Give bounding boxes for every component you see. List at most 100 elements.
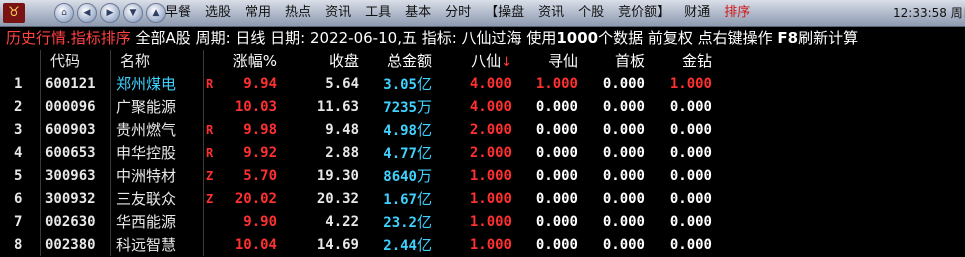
- menu-item[interactable]: 工具: [358, 0, 398, 26]
- stock-code: 600903: [45, 122, 96, 138]
- bull-logo-icon[interactable]: ♉: [3, 3, 25, 23]
- down-icon[interactable]: ▼: [123, 3, 143, 23]
- amount-unit: 亿: [416, 236, 432, 254]
- table-row[interactable]: 8 002380 科远智慧 10.04 14.69 2.44亿 1.000 0.000 0.00…: [0, 234, 965, 257]
- header-jinzuan[interactable]: 金钻: [648, 50, 714, 73]
- baxian-value: 1.000: [469, 168, 512, 184]
- jinzuan-value: 0.000: [669, 122, 712, 138]
- close-price: 5.64: [325, 76, 359, 92]
- header-code[interactable]: 代码: [40, 50, 110, 73]
- menu-item[interactable]: 早餐: [158, 0, 198, 26]
- shouban-value: 0.000: [602, 122, 645, 138]
- amount-value: 7235: [383, 100, 417, 116]
- header-index: [0, 50, 40, 73]
- amount-value: 4.77: [383, 146, 417, 162]
- table-row[interactable]: 2 000096 广聚能源 10.03 11.63 7235万 4.000 0.000 0.00…: [0, 96, 965, 119]
- close-price: 9.48: [325, 122, 359, 138]
- amount-unit: 万: [416, 98, 432, 116]
- menu-item[interactable]: 资讯: [531, 0, 571, 26]
- header-baxian-label: 八仙: [471, 52, 502, 70]
- baxian-value: 1.000: [469, 214, 512, 230]
- table-row[interactable]: 5 300963 中洲特材 Z 5.70 19.30 8640万 1.000 0.000 0.00…: [0, 165, 965, 188]
- table-row[interactable]: 1 600121 郑州煤电 R 9.94 5.64 3.05亿 4.000 1.000 0.000…: [0, 73, 965, 96]
- close-price: 20.32: [316, 191, 359, 207]
- amount-unit: 亿: [416, 144, 432, 162]
- amount-value: 4.98: [383, 123, 417, 139]
- home-icon[interactable]: ⌂: [54, 3, 74, 23]
- change-percent: 10.03: [234, 99, 277, 115]
- shouban-value: 0.000: [602, 99, 645, 115]
- jinzuan-value: 0.000: [669, 99, 712, 115]
- header-xunxian[interactable]: 寻仙: [516, 50, 582, 73]
- stock-code: 000096: [45, 99, 96, 115]
- change-percent: 9.94: [243, 76, 277, 92]
- info-f8-key: F8: [777, 29, 799, 47]
- total-amount: 23.2亿: [362, 211, 434, 234]
- limit-flag: R: [206, 123, 214, 137]
- xunxian-value: 0.000: [535, 145, 578, 161]
- amount-unit: 亿: [416, 75, 432, 93]
- table-row[interactable]: 7 002630 华西能源 9.90 4.22 23.2亿 1.000 0.000 0.000 0…: [0, 211, 965, 234]
- info-text-a: 全部A股 周期: 日线 日期:: [130, 29, 310, 47]
- amount-unit: 亿: [416, 121, 432, 139]
- main-menu: 早餐 选股 常用 热点 资讯 工具 基本 分时 【操盘 资讯 个股 竞价额】 财通 排序: [158, 0, 757, 26]
- xunxian-value: 0.000: [535, 191, 578, 207]
- amount-unit: 亿: [416, 213, 432, 231]
- header-price[interactable]: 收盘: [284, 50, 362, 73]
- baxian-value: 4.000: [469, 76, 512, 92]
- stock-code: 600121: [45, 76, 96, 92]
- menu-item[interactable]: 个股: [571, 0, 611, 26]
- limit-flag: [203, 211, 221, 234]
- stock-name: 科远智慧: [116, 236, 177, 254]
- header-baxian[interactable]: 八仙↓: [434, 50, 516, 73]
- page-title: 历史行情.指标排序: [6, 29, 131, 47]
- xunxian-value: 0.000: [535, 237, 578, 253]
- row-index: 8: [14, 237, 23, 253]
- menu-item[interactable]: 竞价额】: [611, 0, 677, 26]
- jinzuan-value: 0.000: [669, 168, 712, 184]
- amount-value: 23.2: [383, 215, 417, 231]
- menu-item[interactable]: 常用: [238, 0, 278, 26]
- header-name[interactable]: 名称: [110, 50, 203, 73]
- baxian-value: 2.000: [469, 122, 512, 138]
- forward-icon[interactable]: ▶: [100, 3, 120, 23]
- limit-flag: Z: [206, 169, 214, 183]
- close-price: 4.22: [325, 214, 359, 230]
- table-row[interactable]: 3 600903 贵州燃气 R 9.98 9.48 4.98亿 2.000 0.000 0.000…: [0, 119, 965, 142]
- menu-item[interactable]: 财通: [677, 0, 717, 26]
- info-text-d: 刷新计算: [798, 29, 859, 47]
- total-amount: 1.67亿: [362, 188, 434, 211]
- stock-name: 广聚能源: [116, 98, 177, 116]
- table-row[interactable]: 4 600653 申华控股 R 9.92 2.88 4.77亿 2.000 0.000 0.000…: [0, 142, 965, 165]
- top-toolbar: ♉ ⌂ ◀ ▶ ▼ ▲ 早餐 选股 常用 热点 资讯 工具 基本 分时 【操盘 资讯 个股 竞价额】财…: [0, 0, 965, 27]
- table-header-row: 代码 名称 涨幅% 收盘 总金额 八仙↓ 寻仙 首板 金钻: [0, 50, 965, 73]
- menu-item[interactable]: 分时: [438, 0, 478, 26]
- limit-flag: R: [206, 77, 214, 91]
- header-change[interactable]: 涨幅%: [221, 50, 284, 73]
- row-index: 1: [14, 76, 23, 92]
- menu-item[interactable]: 排序: [717, 0, 757, 26]
- limit-flag: Z: [206, 192, 214, 206]
- menu-item[interactable]: 【操盘: [478, 0, 531, 26]
- menu-item[interactable]: 热点: [278, 0, 318, 26]
- xunxian-value: 0.000: [535, 214, 578, 230]
- menu-item[interactable]: 资讯: [318, 0, 358, 26]
- change-percent: 20.02: [234, 191, 277, 207]
- stock-name: 中洲特材: [116, 167, 177, 185]
- table-row[interactable]: 6 300932 三友联众 Z 20.02 20.32 1.67亿 1.000 0.000 0.0…: [0, 188, 965, 211]
- header-shouban[interactable]: 首板: [582, 50, 648, 73]
- menu-item[interactable]: 基本: [398, 0, 438, 26]
- header-amount[interactable]: 总金额: [362, 50, 434, 73]
- row-index: 4: [14, 145, 23, 161]
- total-amount: 2.44亿: [362, 234, 434, 257]
- back-icon[interactable]: ◀: [77, 3, 97, 23]
- row-index: 2: [14, 99, 23, 115]
- menu-item[interactable]: 选股: [198, 0, 238, 26]
- info-count: 1000: [556, 29, 599, 47]
- stock-name: 三友联众: [116, 190, 177, 208]
- jinzuan-value: 0.000: [669, 145, 712, 161]
- row-index: 3: [14, 122, 23, 138]
- total-amount: 3.05亿: [362, 73, 434, 96]
- total-amount: 4.98亿: [362, 119, 434, 142]
- xunxian-value: 0.000: [535, 168, 578, 184]
